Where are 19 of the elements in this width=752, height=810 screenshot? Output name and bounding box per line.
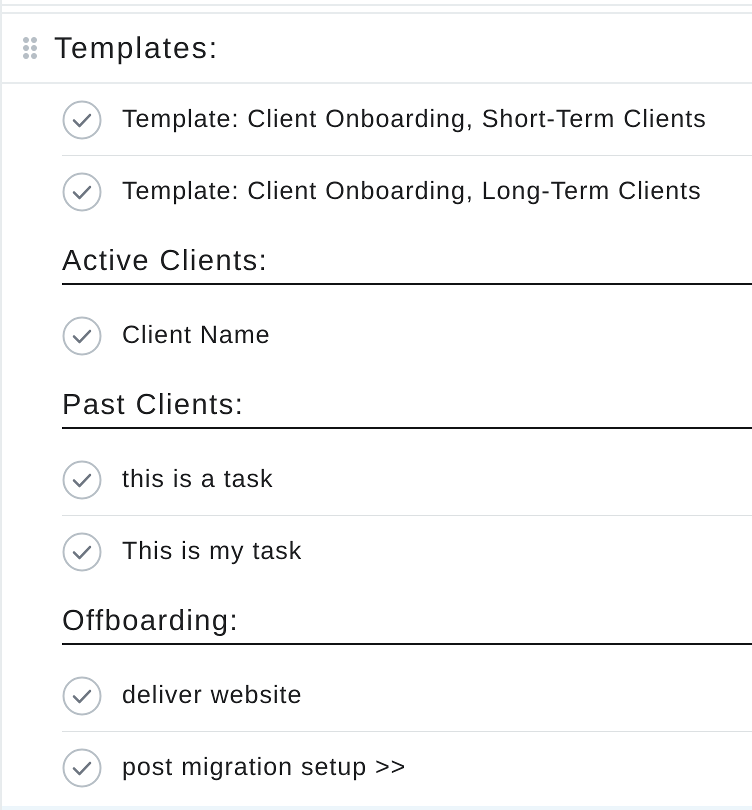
task-name[interactable]: This is my task (122, 533, 302, 571)
task-name[interactable]: post migration setup >> (122, 749, 406, 787)
task-name[interactable]: deliver website (122, 676, 302, 714)
task-name[interactable]: Template: Client Onboarding, Long-Term Clients (122, 173, 702, 211)
check-circle-icon[interactable] (62, 748, 102, 788)
task-name[interactable]: Template: Client Onboarding, Short-Term Clients (122, 100, 707, 138)
check-circle-icon[interactable] (62, 172, 102, 212)
task-name[interactable]: this is a task (122, 460, 274, 498)
section-title: Past Clients: (62, 388, 244, 423)
check-circle-icon[interactable] (62, 676, 102, 716)
drag-handle-icon[interactable] (22, 36, 38, 60)
section-title: Templates: (54, 30, 220, 66)
check-circle-icon[interactable] (62, 316, 102, 356)
check-circle-icon[interactable] (62, 100, 102, 140)
section-title: Active Clients: (62, 244, 268, 279)
check-circle-icon[interactable] (62, 460, 102, 500)
check-circle-icon[interactable] (62, 532, 102, 572)
section-title: Offboarding: (62, 604, 240, 639)
task-name[interactable]: Client Name (122, 317, 271, 355)
